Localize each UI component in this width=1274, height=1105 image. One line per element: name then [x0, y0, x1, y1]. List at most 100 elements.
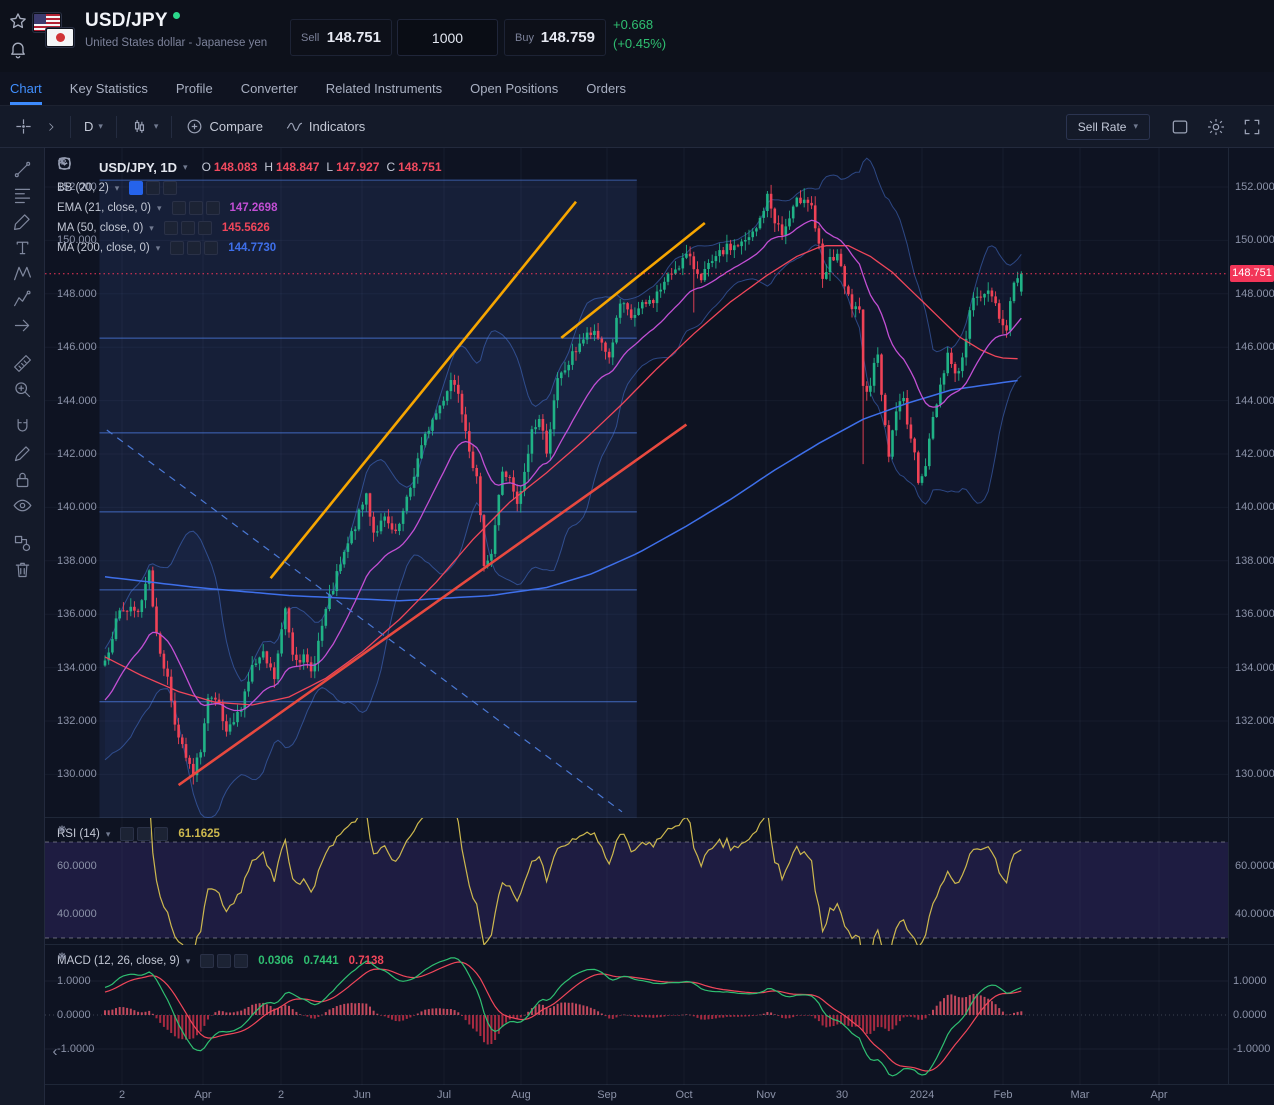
sell-button[interactable]: Sell 148.751 — [290, 19, 392, 56]
indicator-remove-icon[interactable] — [234, 954, 248, 968]
indicator-remove-icon[interactable] — [163, 181, 177, 195]
tab-profile[interactable]: Profile — [176, 72, 213, 105]
tab-chart[interactable]: Chart — [10, 72, 42, 105]
rate-type-dropdown[interactable]: Sell Rate ▾ — [1066, 114, 1150, 140]
indicator-controls — [172, 201, 220, 215]
price-axis-label: 136.000 — [1235, 608, 1274, 620]
tab-orders[interactable]: Orders — [586, 72, 626, 105]
measure-tool[interactable] — [8, 350, 36, 376]
indicator-settings-icon[interactable] — [146, 181, 160, 195]
indicator-row-ma50[interactable]: MA (50, close, 0) ▾ 145.5626 — [57, 218, 442, 238]
indicator-eye-icon[interactable] — [172, 201, 186, 215]
object-tree-tool[interactable] — [8, 530, 36, 556]
macd-axis-label: -1.0000 — [1233, 1043, 1270, 1055]
macd-signal-value: 0.7138 — [349, 955, 384, 967]
indicators-button[interactable]: Indicators — [279, 113, 371, 140]
buy-button[interactable]: Buy 148.759 — [504, 19, 606, 56]
japan-flag-icon — [46, 28, 74, 47]
interval-dropdown[interactable]: D ▾ — [78, 115, 109, 138]
lock-tool[interactable] — [8, 466, 36, 492]
chevron-right-icon[interactable] — [39, 117, 63, 137]
indicator-row-bb[interactable]: BB (20, 2) ▾ — [57, 178, 442, 198]
time-axis-label: Mar — [1064, 1089, 1096, 1101]
indicator-value: 147.2698 — [230, 202, 278, 214]
trend-line-tool[interactable] — [8, 156, 36, 182]
indicator-eye-icon[interactable] — [164, 221, 178, 235]
indicator-settings-icon[interactable] — [187, 241, 201, 255]
trash-tool[interactable] — [8, 556, 36, 582]
indicator-settings-icon[interactable] — [181, 221, 195, 235]
time-axis-label: Oct — [668, 1089, 700, 1101]
indicator-name: MA (200, close, 0) — [57, 242, 150, 254]
watchlist-star-icon[interactable] — [8, 11, 28, 31]
indicator-eye-icon[interactable] — [200, 954, 214, 968]
price-scale-right[interactable]: 148.751 152.000150.000148.000146.000144.… — [1228, 148, 1274, 1085]
indicator-row-ema21[interactable]: EMA (21, close, 0) ▾ 147.2698 — [57, 198, 442, 218]
price-pane[interactable]: 152.000150.000148.000146.000144.000142.0… — [45, 148, 1274, 818]
indicator-settings-icon[interactable] — [217, 954, 231, 968]
tab-related-instruments[interactable]: Related Instruments — [326, 72, 442, 105]
layout-icon — [1170, 117, 1190, 137]
text-tool[interactable] — [8, 234, 36, 260]
chart-style-dropdown[interactable]: ▾ — [124, 113, 165, 140]
interval-value: D — [84, 119, 93, 134]
ohlc-close: 148.751 — [398, 160, 441, 174]
ohlc-open: 148.083 — [214, 160, 257, 174]
quantity-input[interactable] — [397, 19, 498, 56]
time-axis[interactable]: 2Apr2JunJulAugSepOctNov302024FebMarApr — [45, 1085, 1274, 1105]
chevron-down-icon: ▾ — [149, 223, 154, 234]
eye-tool[interactable] — [8, 492, 36, 518]
macd-pane[interactable]: 1.00000.0000-1.0000 MACD (12, 26, close,… — [45, 945, 1274, 1085]
indicator-eye-icon[interactable] — [129, 181, 143, 195]
time-axis-label: Sep — [591, 1089, 623, 1101]
indicator-settings-icon[interactable] — [189, 201, 203, 215]
tab-open-positions[interactable]: Open Positions — [470, 72, 558, 105]
ohlc-key: O — [202, 160, 211, 174]
price-axis-label: 134.000 — [1235, 662, 1274, 674]
indicator-row-ma200[interactable]: MA (200, close, 0) ▾ 144.7730 — [57, 238, 442, 258]
indicator-settings-icon[interactable] — [137, 827, 151, 841]
layout-button[interactable] — [1170, 117, 1190, 137]
brush-tool[interactable] — [8, 208, 36, 234]
change-percent: (+0.45%) — [613, 34, 666, 53]
chevron-left-icon[interactable]: ‹ — [47, 1044, 63, 1060]
pencil-tool[interactable] — [8, 440, 36, 466]
price-axis-label: 152.000 — [1235, 181, 1274, 193]
arrow-tool[interactable] — [8, 312, 36, 338]
rsi-chart-canvas[interactable] — [45, 818, 1274, 945]
indicator-eye-icon[interactable] — [170, 241, 184, 255]
indicator-eye-icon[interactable] — [120, 827, 134, 841]
fullscreen-button[interactable] — [1242, 117, 1262, 137]
magnet-tool[interactable] — [8, 414, 36, 440]
rsi-axis-label: 40.0000 — [1235, 908, 1274, 920]
indicator-controls — [120, 827, 168, 841]
ohlc-key: C — [386, 160, 395, 174]
tab-key-statistics[interactable]: Key Statistics — [70, 72, 148, 105]
legend-symbol-title[interactable]: USD/JPY, 1D — [99, 160, 177, 175]
crosshair-tool-button[interactable] — [8, 113, 39, 140]
forecast-tool[interactable] — [8, 286, 36, 312]
alert-bell-icon[interactable] — [8, 39, 28, 59]
indicator-value: 145.5626 — [222, 222, 270, 234]
indicator-remove-icon[interactable] — [154, 827, 168, 841]
indicator-row-rsi[interactable]: RSI (14) ▾ 61.1625 — [57, 824, 220, 844]
time-axis-label: Nov — [750, 1089, 782, 1101]
price-axis-label: 146.000 — [1235, 341, 1274, 353]
chart-area[interactable]: 152.000150.000148.000146.000144.000142.0… — [45, 148, 1274, 1105]
pane-maximize-icon[interactable] — [78, 160, 93, 175]
time-axis-label: Apr — [1143, 1089, 1175, 1101]
settings-button[interactable] — [1206, 117, 1226, 137]
compare-button[interactable]: Compare — [179, 113, 268, 140]
indicator-row-macd[interactable]: MACD (12, 26, close, 9) ▾ 0.0306 0.7441 … — [57, 951, 384, 971]
rsi-pane[interactable]: 60.000040.0000 RSI (14) ▾ 61.1625 — [45, 818, 1274, 945]
instrument-tabs: Chart Key Statistics Profile Converter R… — [0, 72, 1274, 106]
indicator-remove-icon[interactable] — [198, 221, 212, 235]
ohlc-high: 148.847 — [276, 160, 319, 174]
zoom-in-tool[interactable] — [8, 376, 36, 402]
fib-retracement-tool[interactable] — [8, 182, 36, 208]
indicator-remove-icon[interactable] — [204, 241, 218, 255]
sell-label: Sell — [301, 32, 319, 44]
xabcd-pattern-tool[interactable] — [8, 260, 36, 286]
tab-converter[interactable]: Converter — [241, 72, 298, 105]
indicator-remove-icon[interactable] — [206, 201, 220, 215]
